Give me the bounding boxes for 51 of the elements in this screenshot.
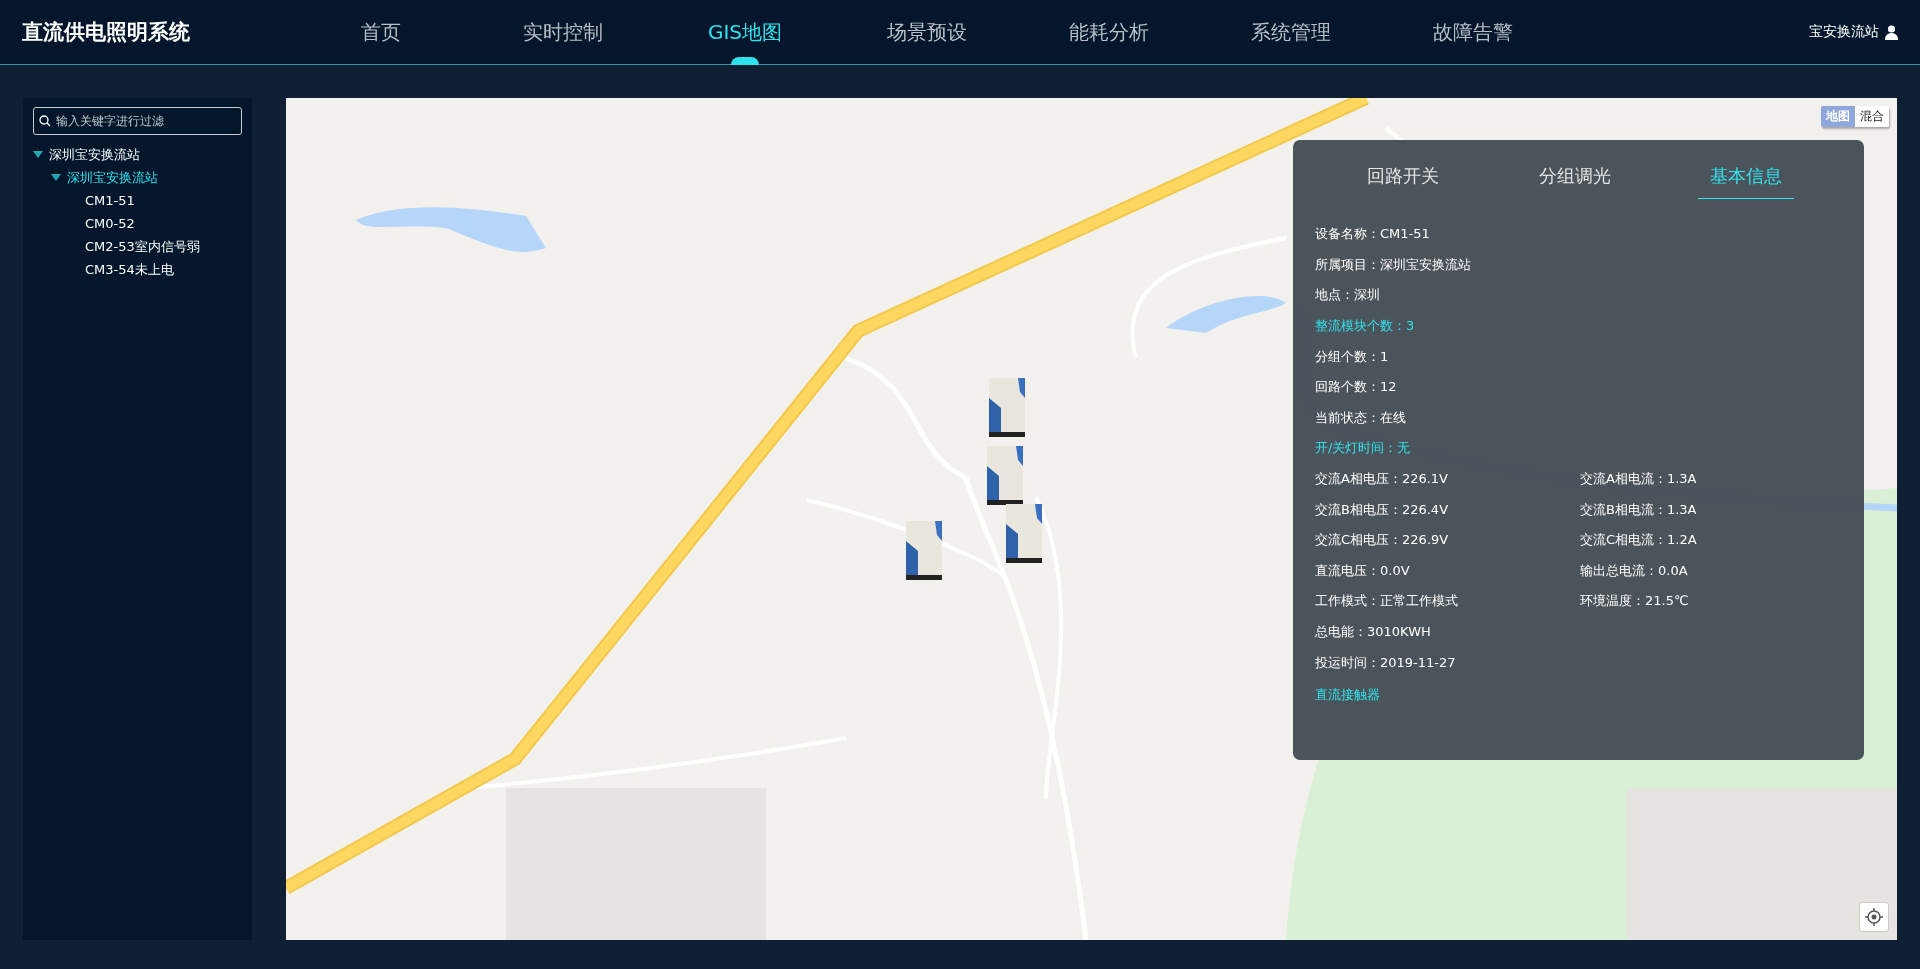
info-field: 交流C相电压：226.9V — [1315, 531, 1580, 550]
info-field: 工作模式：正常工作模式 — [1315, 592, 1580, 611]
nav-tab[interactable]: GIS地图 — [654, 0, 836, 64]
info-field: 交流A相电流：1.3A — [1580, 470, 1794, 489]
panel-tab[interactable]: 回路开关 — [1355, 158, 1451, 199]
info-field: 交流B相电流：1.3A — [1580, 500, 1794, 519]
tree-item[interactable]: CM0-52 — [85, 216, 135, 231]
info-field: 交流C相电流：1.2A — [1580, 531, 1794, 550]
info-field: 回路个数：12 — [1315, 378, 1580, 397]
info-field: 所属项目：深圳宝安换流站 — [1315, 255, 1580, 274]
info-field: 当前状态：在线 — [1315, 408, 1580, 427]
info-field: 直流电压：0.0V — [1315, 561, 1580, 580]
user-icon[interactable] — [1885, 24, 1898, 40]
tree-item[interactable]: CM3-54未上电 — [85, 260, 174, 279]
nav-tab[interactable]: 场景预设 — [836, 0, 1018, 64]
info-field: 地点：深圳 — [1315, 286, 1580, 305]
info-field: 设备名称：CM1-51 — [1315, 225, 1580, 244]
info-field: 整流模块个数：3 — [1315, 317, 1580, 336]
locate-icon — [1865, 908, 1883, 926]
info-field: 分组个数：1 — [1315, 347, 1580, 366]
locate-button[interactable] — [1859, 902, 1889, 932]
tree-item[interactable]: CM1-51 — [85, 193, 135, 208]
cabinet-icon[interactable] — [1006, 504, 1044, 564]
nav-tab[interactable]: 故障告警 — [1382, 0, 1564, 64]
info-field: 总电能：3010KWH — [1315, 623, 1580, 641]
info-field: 交流B相电压：226.4V — [1315, 500, 1580, 519]
tree-item[interactable]: CM2-53室内信号弱 — [85, 237, 200, 256]
caret-icon[interactable] — [33, 150, 43, 159]
cabinet-icon[interactable] — [989, 378, 1027, 438]
info-field: 交流A相电压：226.1V — [1315, 470, 1580, 489]
panel-tab[interactable]: 分组调光 — [1526, 158, 1623, 199]
search-icon — [39, 115, 51, 127]
user-name[interactable]: 宝安换流站 — [1809, 23, 1879, 41]
app-title: 直流供电照明系统 — [22, 19, 191, 46]
nav-tab[interactable]: 实时控制 — [472, 0, 654, 64]
tree-item[interactable]: 深圳宝安换流站 — [49, 145, 140, 164]
nav-tab[interactable]: 能耗分析 — [1018, 0, 1200, 64]
nav-tab[interactable]: 系统管理 — [1200, 0, 1382, 64]
info-field: 投运时间：2019-11-27 — [1315, 653, 1580, 672]
caret-icon[interactable] — [51, 173, 61, 182]
nav-tab[interactable]: 首页 — [290, 0, 472, 64]
contactor-link[interactable]: 直流接触器 — [1315, 685, 1380, 704]
info-field: 输出总电流：0.0A — [1580, 561, 1794, 580]
info-field: 开/关灯时间：无 — [1315, 439, 1580, 458]
cabinet-icon[interactable] — [906, 521, 944, 581]
cabinet-icon[interactable] — [987, 446, 1025, 506]
tree-item[interactable]: 深圳宝安换流站 — [67, 168, 158, 187]
map-type-toggle[interactable]: 混合 — [1855, 106, 1889, 127]
search-field[interactable]: 输入关键字进行过滤 — [33, 107, 242, 135]
panel-tab[interactable]: 基本信息 — [1698, 158, 1794, 199]
info-field: 环境温度：21.5℃ — [1580, 592, 1794, 611]
